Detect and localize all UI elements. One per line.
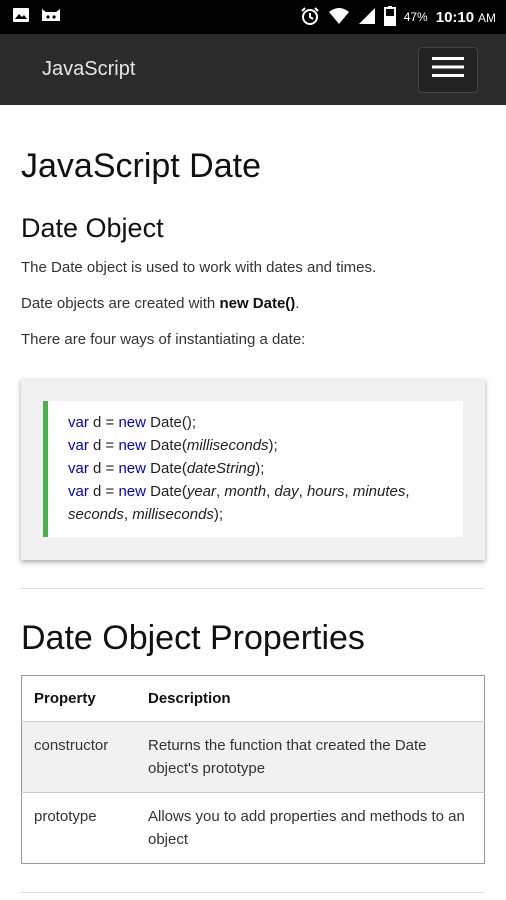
code-text: ); bbox=[213, 506, 224, 523]
hamburger-icon bbox=[432, 56, 464, 83]
paragraph-created-with: Date objects are created with new Date()… bbox=[21, 293, 485, 315]
section-divider bbox=[21, 588, 485, 589]
code-keyword: var bbox=[68, 483, 89, 500]
page-title: JavaScript Date bbox=[21, 147, 261, 185]
section-heading-properties: Date Object Properties bbox=[21, 619, 365, 657]
clock: 10:10 AM bbox=[436, 9, 496, 26]
table-cell-description: Returns the function that created the Da… bbox=[136, 721, 485, 793]
alarm-icon bbox=[300, 6, 320, 29]
paragraph-intro: The Date object is used to work with dat… bbox=[21, 259, 377, 276]
table-cell-property: constructor bbox=[21, 721, 136, 793]
android-cat-icon bbox=[40, 7, 62, 28]
code-arg: minutes bbox=[352, 483, 406, 500]
code-arg: milliseconds bbox=[132, 506, 214, 523]
code-keyword: new bbox=[118, 460, 146, 477]
battery-icon bbox=[383, 5, 396, 29]
code-arg: hours bbox=[306, 483, 345, 500]
code-arg: month bbox=[224, 483, 267, 500]
table-row: prototype Allows you to add properties a… bbox=[22, 793, 485, 864]
code-text: Date( bbox=[145, 460, 187, 477]
code-keyword: var bbox=[68, 437, 89, 454]
code-line: var d = new Date(milliseconds); bbox=[68, 434, 443, 457]
hamburger-menu-button[interactable] bbox=[418, 46, 478, 93]
clock-time: 10:10 bbox=[435, 8, 475, 26]
status-bar-left bbox=[12, 7, 62, 28]
top-navbar: JavaScript bbox=[0, 34, 506, 105]
status-bar: 47% 10:10 AM bbox=[0, 0, 506, 34]
code-text: d = bbox=[88, 414, 119, 431]
table-row: constructor Returns the function that cr… bbox=[21, 721, 485, 793]
code-arg: seconds bbox=[68, 506, 124, 523]
code-example-box: var d = new Date(); var d = new Date(mil… bbox=[21, 379, 485, 560]
main-content: JavaScript Date Date Object The Date obj… bbox=[0, 145, 506, 893]
code-arg: day bbox=[274, 483, 299, 500]
code-keyword: new bbox=[118, 414, 146, 431]
code-text: Date(); bbox=[145, 414, 196, 431]
code-arg: milliseconds bbox=[186, 437, 269, 454]
code-arg: year bbox=[186, 483, 217, 500]
paragraph-text: . bbox=[295, 295, 300, 312]
signal-icon bbox=[358, 7, 376, 28]
table-header-row: Property Description bbox=[21, 675, 485, 722]
code-keyword: var bbox=[68, 414, 89, 431]
wifi-icon bbox=[328, 7, 350, 28]
properties-table: Property Description constructor Returns… bbox=[21, 675, 485, 864]
status-bar-right: 47% 10:10 AM bbox=[300, 5, 496, 29]
code-keyword: var bbox=[68, 460, 89, 477]
inline-code-new-date: new Date() bbox=[219, 295, 296, 312]
battery-percent: 47% bbox=[403, 10, 428, 24]
code-keyword: new bbox=[118, 483, 146, 500]
paragraph-four-ways: There are four ways of instantiating a d… bbox=[21, 331, 306, 348]
code-text: Date( bbox=[145, 483, 187, 500]
code-text: d = bbox=[88, 460, 119, 477]
code-line: var d = new Date(); bbox=[68, 411, 443, 434]
code-text: ); bbox=[255, 460, 265, 477]
code-text: d = bbox=[88, 437, 119, 454]
brand-link[interactable]: JavaScript bbox=[42, 58, 135, 81]
clock-ampm: AM bbox=[478, 10, 496, 25]
code-line: var d = new Date(year, month, day, hours… bbox=[68, 483, 410, 523]
code-block: var d = new Date(); var d = new Date(mil… bbox=[43, 401, 463, 537]
code-text: d = bbox=[88, 483, 119, 500]
table-cell-description: Allows you to add properties and methods… bbox=[148, 808, 465, 848]
section-divider bbox=[21, 892, 485, 893]
image-icon bbox=[12, 7, 30, 28]
section-heading-date-object: Date Object bbox=[21, 213, 164, 243]
code-line: var d = new Date(dateString); bbox=[68, 457, 443, 480]
code-keyword: new bbox=[118, 437, 146, 454]
paragraph-text: Date objects are created with bbox=[21, 295, 220, 312]
code-arg: dateString bbox=[186, 460, 256, 477]
code-text: ); bbox=[268, 437, 278, 454]
code-text: Date( bbox=[145, 437, 187, 454]
table-header-property: Property bbox=[21, 675, 136, 722]
table-cell-property: prototype bbox=[34, 808, 97, 825]
table-header-description: Description bbox=[136, 675, 485, 722]
